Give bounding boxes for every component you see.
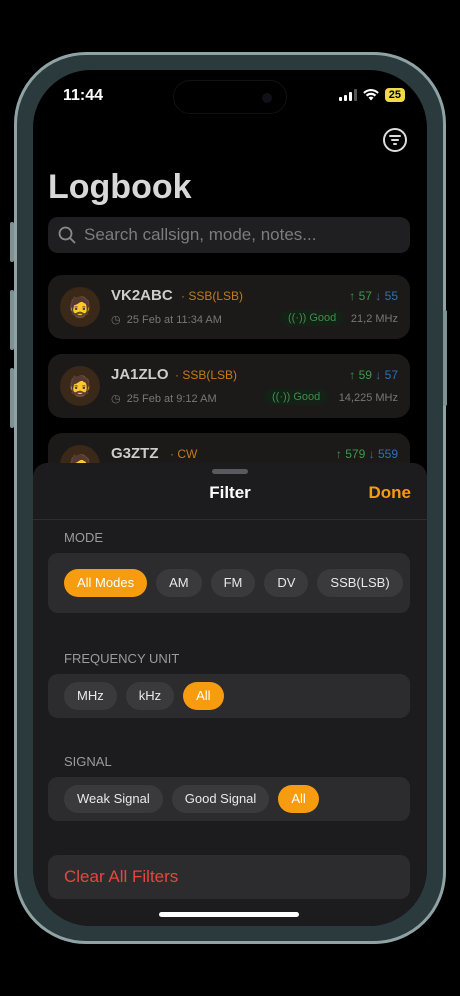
chip-weak-signal[interactable]: Weak Signal bbox=[64, 785, 163, 813]
action-button bbox=[10, 222, 14, 262]
chip-freq-all[interactable]: All bbox=[183, 682, 224, 710]
home-indicator[interactable] bbox=[159, 912, 299, 917]
frequency-section-label: FREQUENCY UNIT bbox=[64, 651, 180, 666]
signal-section-label: SIGNAL bbox=[64, 754, 112, 769]
contact-card[interactable]: 🧔 JA1ZLO · SSB(LSB) ↑ 59 ↓ 57 ◷ 25 Feb a… bbox=[48, 354, 410, 418]
filter-menu-icon[interactable] bbox=[383, 128, 407, 152]
chip-good-signal[interactable]: Good Signal bbox=[171, 785, 270, 813]
chip-mhz[interactable]: MHz bbox=[64, 682, 117, 710]
frequency: 21,2 MHz bbox=[350, 313, 398, 325]
signal-badge: ((·)) Good bbox=[264, 389, 329, 405]
contact-card[interactable]: 🧔 VK2ABC · SSB(LSB) ↑ 57 ↓ 55 ◷ 25 Feb a… bbox=[48, 275, 410, 339]
status-icons: 25 bbox=[338, 88, 405, 102]
search-icon bbox=[58, 226, 76, 244]
sheet-grabber[interactable] bbox=[212, 469, 248, 474]
chip-all-modes[interactable]: All Modes bbox=[64, 569, 148, 597]
volume-up-button bbox=[10, 290, 14, 350]
done-button[interactable]: Done bbox=[369, 483, 412, 503]
chip-am[interactable]: AM bbox=[156, 569, 202, 597]
mode-chip-group: All Modes AM FM DV SSB(LSB) bbox=[48, 553, 410, 613]
avatar: 🧔 bbox=[60, 366, 100, 406]
timestamp: ◷ 25 Feb at 11:34 AM bbox=[111, 314, 222, 326]
signal-badge: ((·)) Good bbox=[280, 310, 345, 326]
rst-report: ↑ 579 ↓ 559 bbox=[335, 447, 398, 461]
dynamic-island bbox=[173, 80, 287, 114]
frequency: 14,225 MHz bbox=[338, 392, 398, 404]
avatar: 🧔 bbox=[60, 287, 100, 327]
search-input[interactable] bbox=[84, 225, 404, 245]
chip-fm[interactable]: FM bbox=[210, 569, 256, 597]
status-time: 11:44 bbox=[63, 87, 104, 104]
power-button bbox=[443, 310, 447, 406]
frequency-chip-group: MHz kHz All bbox=[48, 674, 410, 718]
filter-sheet: Filter Done MODE All Modes AM FM DV SSB(… bbox=[33, 463, 427, 926]
mode-section-label: MODE bbox=[64, 530, 103, 545]
mode-label: · CW bbox=[170, 447, 198, 461]
callsign: VK2ABC bbox=[111, 287, 173, 304]
rst-report: ↑ 59 ↓ 57 bbox=[349, 368, 398, 382]
battery-icon: 25 bbox=[384, 88, 405, 102]
search-bar[interactable] bbox=[48, 217, 410, 253]
mode-label: · SSB(LSB) bbox=[175, 368, 238, 382]
volume-down-button bbox=[10, 368, 14, 428]
cellular-signal-icon bbox=[338, 89, 357, 101]
clear-filters-button[interactable]: Clear All Filters bbox=[48, 855, 410, 899]
chip-ssb-lsb[interactable]: SSB(LSB) bbox=[317, 569, 403, 597]
rst-report: ↑ 57 ↓ 55 bbox=[349, 289, 398, 303]
callsign: JA1ZLO bbox=[111, 366, 169, 383]
callsign: G3ZTZ bbox=[111, 445, 159, 462]
chip-khz[interactable]: kHz bbox=[125, 682, 175, 710]
timestamp: ◷ 25 Feb at 9:12 AM bbox=[111, 393, 217, 405]
chip-dv[interactable]: DV bbox=[264, 569, 309, 597]
screen: 11:44 25 Logbook 🧔 VK2ABC · SSB(LSB) ↑ 5… bbox=[33, 70, 427, 926]
signal-chip-group: Weak Signal Good Signal All bbox=[48, 777, 410, 821]
mode-label: · SSB(LSB) bbox=[181, 289, 244, 303]
chip-signal-all[interactable]: All bbox=[278, 785, 319, 813]
page-title: Logbook bbox=[48, 168, 192, 206]
divider bbox=[33, 519, 427, 520]
camera-icon bbox=[262, 93, 272, 103]
wifi-icon bbox=[362, 89, 379, 101]
